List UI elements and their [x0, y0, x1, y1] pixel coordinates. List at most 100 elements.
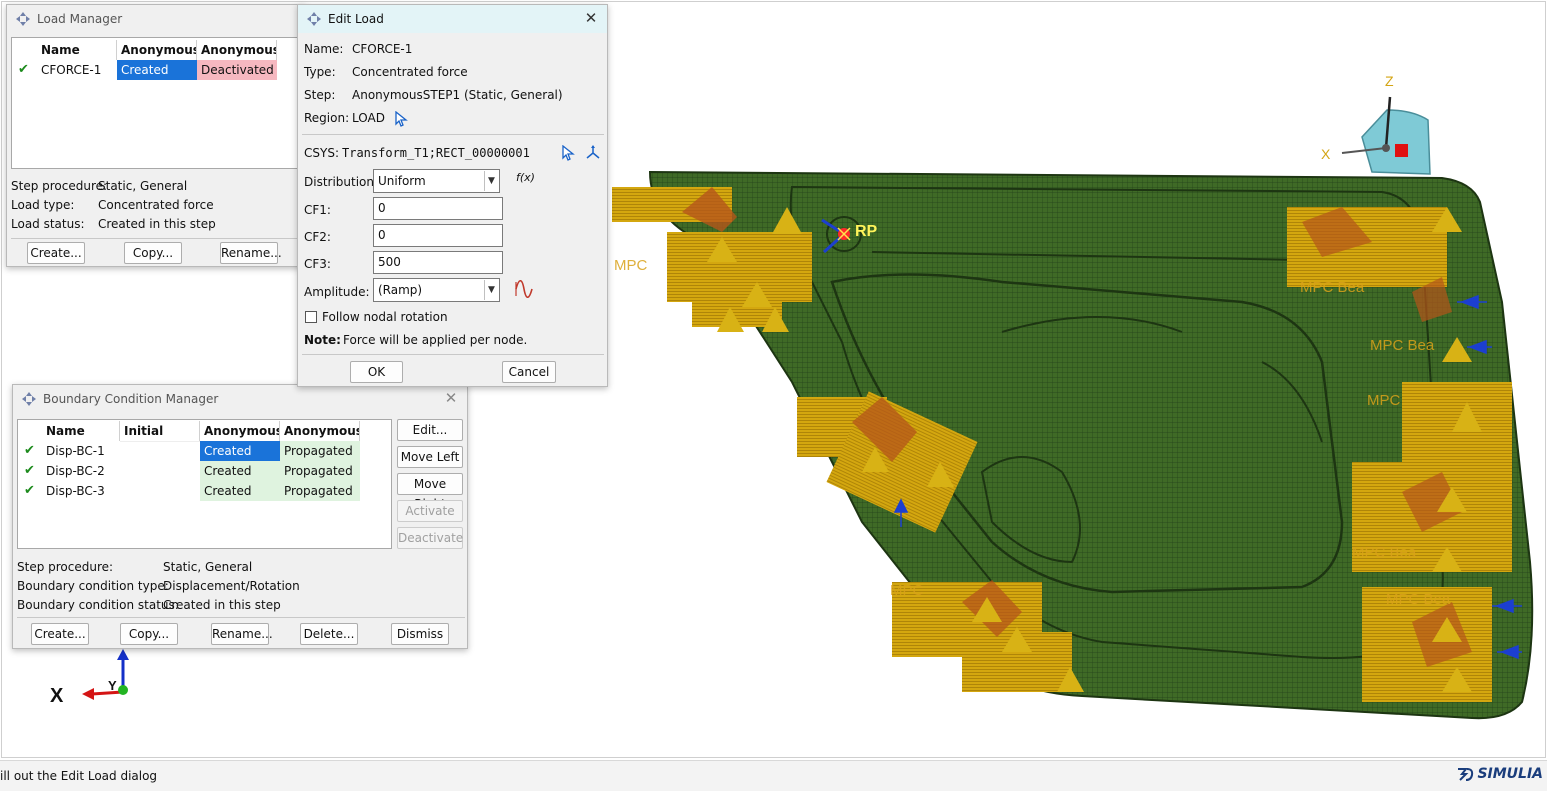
region-value: LOAD [352, 111, 385, 125]
cf2-label: CF2: [304, 230, 331, 244]
create-button[interactable]: Create... [27, 242, 85, 264]
edit-button[interactable]: Edit... [397, 419, 463, 441]
bc-type-label: Boundary condition type: [17, 579, 169, 593]
close-icon[interactable]: ✕ [583, 10, 599, 26]
step-procedure-value: Static, General [163, 560, 253, 574]
bc-initial-cell[interactable] [120, 481, 200, 501]
active-check-icon: ✔ [18, 62, 29, 77]
rename-button[interactable]: Rename... [220, 242, 282, 264]
csys-label: CSYS: [304, 146, 339, 160]
load-step2-cell[interactable]: Deactivated [197, 60, 277, 80]
global-axis-triad-icon [82, 649, 129, 700]
separator [11, 238, 303, 239]
cf3-field[interactable]: 500 [373, 251, 503, 274]
distribution-selected-value: Uniform [378, 174, 426, 188]
move-right-button[interactable]: Move Right [397, 473, 463, 511]
load-type-label: Load type: [11, 198, 75, 212]
cancel-button[interactable]: Cancel [502, 361, 556, 383]
bc-step2-cell[interactable]: Propagated [280, 441, 360, 461]
deactivate-button[interactable]: Deactivate [397, 527, 463, 549]
dismiss-button[interactable]: Dismiss [391, 623, 449, 645]
close-icon[interactable]: ✕ [443, 390, 459, 406]
bc-manager-table[interactable]: Name Initial AnonymousST AnonymousST ✔ D… [17, 419, 392, 549]
bc-step1-cell[interactable]: Created [200, 461, 280, 481]
bc-name-cell[interactable]: Disp-BC-3 [42, 481, 120, 501]
bc-step1-cell[interactable]: Created [200, 441, 280, 461]
cf1-label: CF1: [304, 203, 331, 217]
bc-name-cell[interactable]: Disp-BC-2 [42, 461, 120, 481]
fx-button[interactable]: f(x) [516, 171, 535, 184]
activate-button[interactable]: Activate [397, 500, 463, 522]
ok-button[interactable]: OK [350, 361, 403, 383]
mpc-label: MPC Bea [1370, 337, 1435, 354]
distribution-label: Distribution: [304, 175, 379, 189]
chevron-down-icon: ▼ [484, 280, 498, 300]
column-header[interactable]: Initial [120, 421, 200, 441]
bc-type-value: Displacement/Rotation [163, 579, 300, 593]
load-step1-cell[interactable]: Created [117, 60, 197, 80]
cf1-field[interactable]: 0 [373, 197, 503, 220]
create-csys-axes-icon[interactable] [585, 144, 601, 160]
follow-nodal-rotation-checkbox[interactable] [305, 311, 317, 323]
cf2-field[interactable]: 0 [373, 224, 503, 247]
bc-step2-cell[interactable]: Propagated [280, 481, 360, 501]
bc-initial-cell[interactable] [120, 441, 200, 461]
edit-load-dialog: Edit Load ✕ Name: CFORCE-1 Type: Concent… [297, 4, 608, 387]
delete-button[interactable]: Delete... [300, 623, 358, 645]
column-header[interactable]: AnonymousST [280, 421, 360, 441]
column-header[interactable]: AnonymousST [197, 40, 277, 60]
column-header[interactable]: AnonymousST [200, 421, 280, 441]
status-bar: ill out the Edit Load dialog SIMULIA [0, 760, 1547, 791]
step-procedure-label: Step procedure: [11, 179, 108, 193]
3ds-logo-icon [1458, 768, 1474, 781]
separator [302, 134, 604, 135]
load-manager-table[interactable]: Name AnonymousST AnonymousST ✔ CFORCE-1 … [11, 37, 303, 169]
mpc-label: MPC Bea [1352, 544, 1417, 561]
bc-name-cell[interactable]: Disp-BC-1 [42, 441, 120, 461]
bc-manager-titlebar[interactable]: Boundary Condition Manager ✕ [13, 385, 467, 413]
bc-step1-cell[interactable]: Created [200, 481, 280, 501]
load-status-value: Created in this step [98, 217, 216, 231]
bc-initial-cell[interactable] [120, 461, 200, 481]
amplitude-selected-value: (Ramp) [378, 283, 423, 297]
move-left-button[interactable]: Move Left [397, 446, 463, 468]
follow-nodal-rotation-label: Follow nodal rotation [322, 310, 448, 324]
copy-button[interactable]: Copy... [124, 242, 182, 264]
abaqus-dialog-icon [16, 12, 30, 26]
bc-status-value: Created in this step [163, 598, 281, 612]
edit-load-title: Edit Load [328, 12, 384, 26]
create-button[interactable]: Create... [31, 623, 89, 645]
distribution-select[interactable]: Uniform ▼ [373, 169, 500, 193]
copy-button[interactable]: Copy... [120, 623, 178, 645]
name-label: Name: [304, 42, 344, 56]
edit-region-cursor-icon[interactable] [394, 111, 408, 127]
type-value: Concentrated force [352, 65, 468, 79]
mpc-label: MPC Bea [1300, 279, 1365, 296]
triad-x-label: X [1321, 146, 1331, 162]
amplitude-label: Amplitude: [304, 285, 370, 299]
load-manager-title: Load Manager [37, 12, 123, 26]
mpc-label: MPC [890, 582, 924, 599]
step-label: Step: [304, 88, 336, 102]
rename-button[interactable]: Rename... [211, 623, 273, 645]
create-amplitude-wave-icon[interactable] [514, 280, 534, 298]
bc-status-label: Boundary condition status: [17, 598, 179, 612]
edit-load-titlebar[interactable]: Edit Load ✕ [298, 5, 607, 33]
load-name-cell[interactable]: CFORCE-1 [37, 60, 117, 80]
type-label: Type: [304, 65, 336, 79]
region-label: Region: [304, 111, 350, 125]
load-manager-titlebar[interactable]: Load Manager [7, 5, 305, 33]
axis-y-label: Y [108, 678, 117, 693]
column-header[interactable]: AnonymousST [117, 40, 197, 60]
column-header[interactable]: Name [42, 421, 120, 441]
active-check-icon: ✔ [24, 483, 35, 498]
amplitude-select[interactable]: (Ramp) ▼ [373, 278, 500, 302]
load-status-label: Load status: [11, 217, 85, 231]
column-header[interactable]: Name [37, 40, 117, 60]
select-csys-cursor-icon[interactable] [561, 145, 575, 161]
name-value: CFORCE-1 [352, 42, 413, 56]
bc-manager-dialog: Boundary Condition Manager ✕ Name Initia… [12, 384, 468, 649]
axis-x-label: X [50, 685, 64, 707]
bc-step2-cell[interactable]: Propagated [280, 461, 360, 481]
prompt-text: ill out the Edit Load dialog [0, 769, 158, 783]
